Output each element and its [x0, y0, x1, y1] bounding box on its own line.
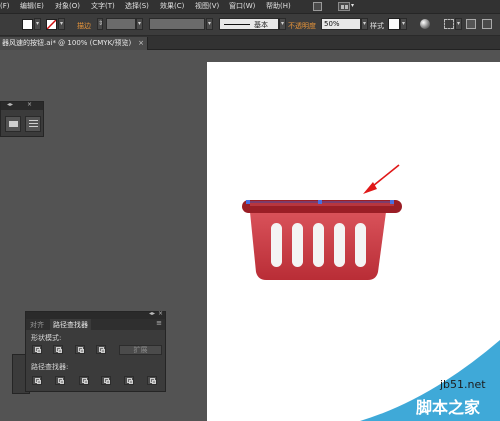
pathfinder-panel-header[interactable]: ◂▸ ×	[26, 310, 165, 319]
panel-menu-icon[interactable]: ≡	[156, 319, 162, 327]
tab-pathfinder[interactable]: 路径查找器	[50, 319, 91, 330]
basket-slot	[292, 223, 303, 267]
tab-align[interactable]: 对齐	[30, 320, 44, 330]
collapse-icon[interactable]: ◂▸	[149, 310, 155, 317]
menu-help[interactable]: 帮助(H)	[266, 2, 291, 11]
close-panel-icon[interactable]: ×	[27, 101, 32, 108]
minus-back-button[interactable]	[147, 376, 157, 385]
opacity-input[interactable]: 50%	[321, 18, 361, 30]
watermark-site-name: 脚本之家	[416, 398, 481, 417]
brush-definition[interactable]: 基本	[219, 18, 279, 30]
basket-artwork[interactable]	[236, 160, 408, 288]
arrange-documents-icon[interactable]	[338, 2, 350, 11]
transform-icon[interactable]	[466, 19, 476, 29]
pathfinder-panel: ◂▸ × 对齐 路径查找器 ≡ 形状模式: 扩展 路径查找器:	[25, 310, 166, 392]
layers-panel-icon[interactable]	[25, 116, 41, 132]
arrow-annotation-icon	[363, 164, 400, 194]
variable-width-profile[interactable]	[149, 18, 205, 30]
minus-front-button[interactable]	[53, 345, 63, 354]
anchor-point[interactable]	[390, 200, 394, 204]
intersect-button[interactable]	[75, 345, 85, 354]
stroke-swatch[interactable]	[46, 19, 57, 30]
menu-object[interactable]: 对象(O)	[55, 2, 80, 11]
watermark-domain: jb51.net	[440, 378, 486, 391]
unite-button[interactable]	[32, 345, 42, 354]
align-to-selection-icon[interactable]	[444, 19, 454, 29]
outline-button[interactable]	[124, 376, 134, 385]
no-stroke-icon	[47, 20, 56, 29]
fill-swatch[interactable]	[22, 19, 33, 30]
menu-window[interactable]: 窗口(W)	[229, 2, 255, 11]
expand-button[interactable]: 扩展	[119, 345, 162, 355]
opacity-label[interactable]: 不透明度	[288, 21, 316, 31]
stroke-weight-dropdown-icon[interactable]: ▾	[136, 18, 143, 30]
document-tab[interactable]: 器风速的按钮.ai* @ 100% (CMYK/预览) ×	[0, 37, 148, 50]
control-bar: ▾ ▾ 描边 ⇕ ▾ ▾ 基本 ▾ 不透明度 50% ▾ 样式 ▾ ▾	[0, 14, 500, 36]
menu-select[interactable]: 选择(S)	[125, 2, 149, 11]
align-dropdown-icon[interactable]: ▾	[455, 18, 462, 30]
close-tab-icon[interactable]: ×	[138, 37, 144, 49]
stroke-label[interactable]: 描边	[77, 21, 91, 31]
style-label: 样式	[370, 22, 384, 30]
merge-button[interactable]	[79, 376, 89, 385]
pathfinders-label: 路径查找器:	[31, 363, 69, 371]
divide-button[interactable]	[32, 376, 42, 385]
basket-slot	[334, 223, 345, 267]
document-tab-title: 器风速的按钮.ai* @ 100% (CMYK/预览)	[2, 39, 132, 47]
anchor-point[interactable]	[318, 200, 322, 204]
menu-view[interactable]: 视图(V)	[195, 2, 219, 11]
isolate-icon[interactable]	[482, 19, 492, 29]
collapse-icon[interactable]: ◂▸	[7, 101, 13, 108]
color-guide-icon[interactable]	[5, 116, 21, 132]
anchor-point[interactable]	[246, 200, 250, 204]
stroke-dropdown-icon[interactable]: ▾	[58, 18, 65, 30]
brush-label: 基本	[254, 21, 268, 29]
graphic-style-swatch[interactable]	[388, 18, 400, 30]
basket-slot	[313, 223, 324, 267]
brush-dropdown-icon[interactable]: ▾	[279, 18, 286, 30]
docked-panel-group: ◂▸ ×	[0, 101, 44, 137]
menu-edit[interactable]: 编辑(E)	[20, 2, 44, 11]
close-panel-icon[interactable]: ×	[158, 310, 163, 317]
exclude-button[interactable]	[96, 345, 106, 354]
arrange-dropdown-icon[interactable]: ▾	[351, 1, 354, 10]
stroke-weight-input[interactable]	[106, 18, 136, 30]
pathfinder-tab-strip: 对齐 路径查找器 ≡	[26, 319, 165, 330]
menu-file[interactable]: (F)	[0, 2, 10, 11]
stroke-weight-stepper[interactable]: ⇕	[97, 18, 103, 30]
crop-button[interactable]	[101, 376, 111, 385]
recolor-artwork-icon[interactable]	[420, 19, 430, 29]
trim-button[interactable]	[55, 376, 65, 385]
profile-dropdown-icon[interactable]: ▾	[206, 18, 213, 30]
basket-slot	[271, 223, 282, 267]
bridge-icon[interactable]	[313, 2, 322, 11]
menu-type[interactable]: 文字(T)	[91, 2, 115, 11]
basket-slot	[355, 223, 366, 267]
style-dropdown-icon[interactable]: ▾	[400, 18, 407, 30]
menu-bar: (F) 编辑(E) 对象(O) 文字(T) 选择(S) 效果(C) 视图(V) …	[0, 0, 500, 14]
menu-effect[interactable]: 效果(C)	[160, 2, 184, 11]
panel-header[interactable]: ◂▸ ×	[1, 101, 43, 110]
fill-dropdown-icon[interactable]: ▾	[34, 18, 41, 30]
shape-modes-label: 形状模式:	[31, 334, 62, 342]
opacity-dropdown-icon[interactable]: ▾	[361, 18, 368, 30]
